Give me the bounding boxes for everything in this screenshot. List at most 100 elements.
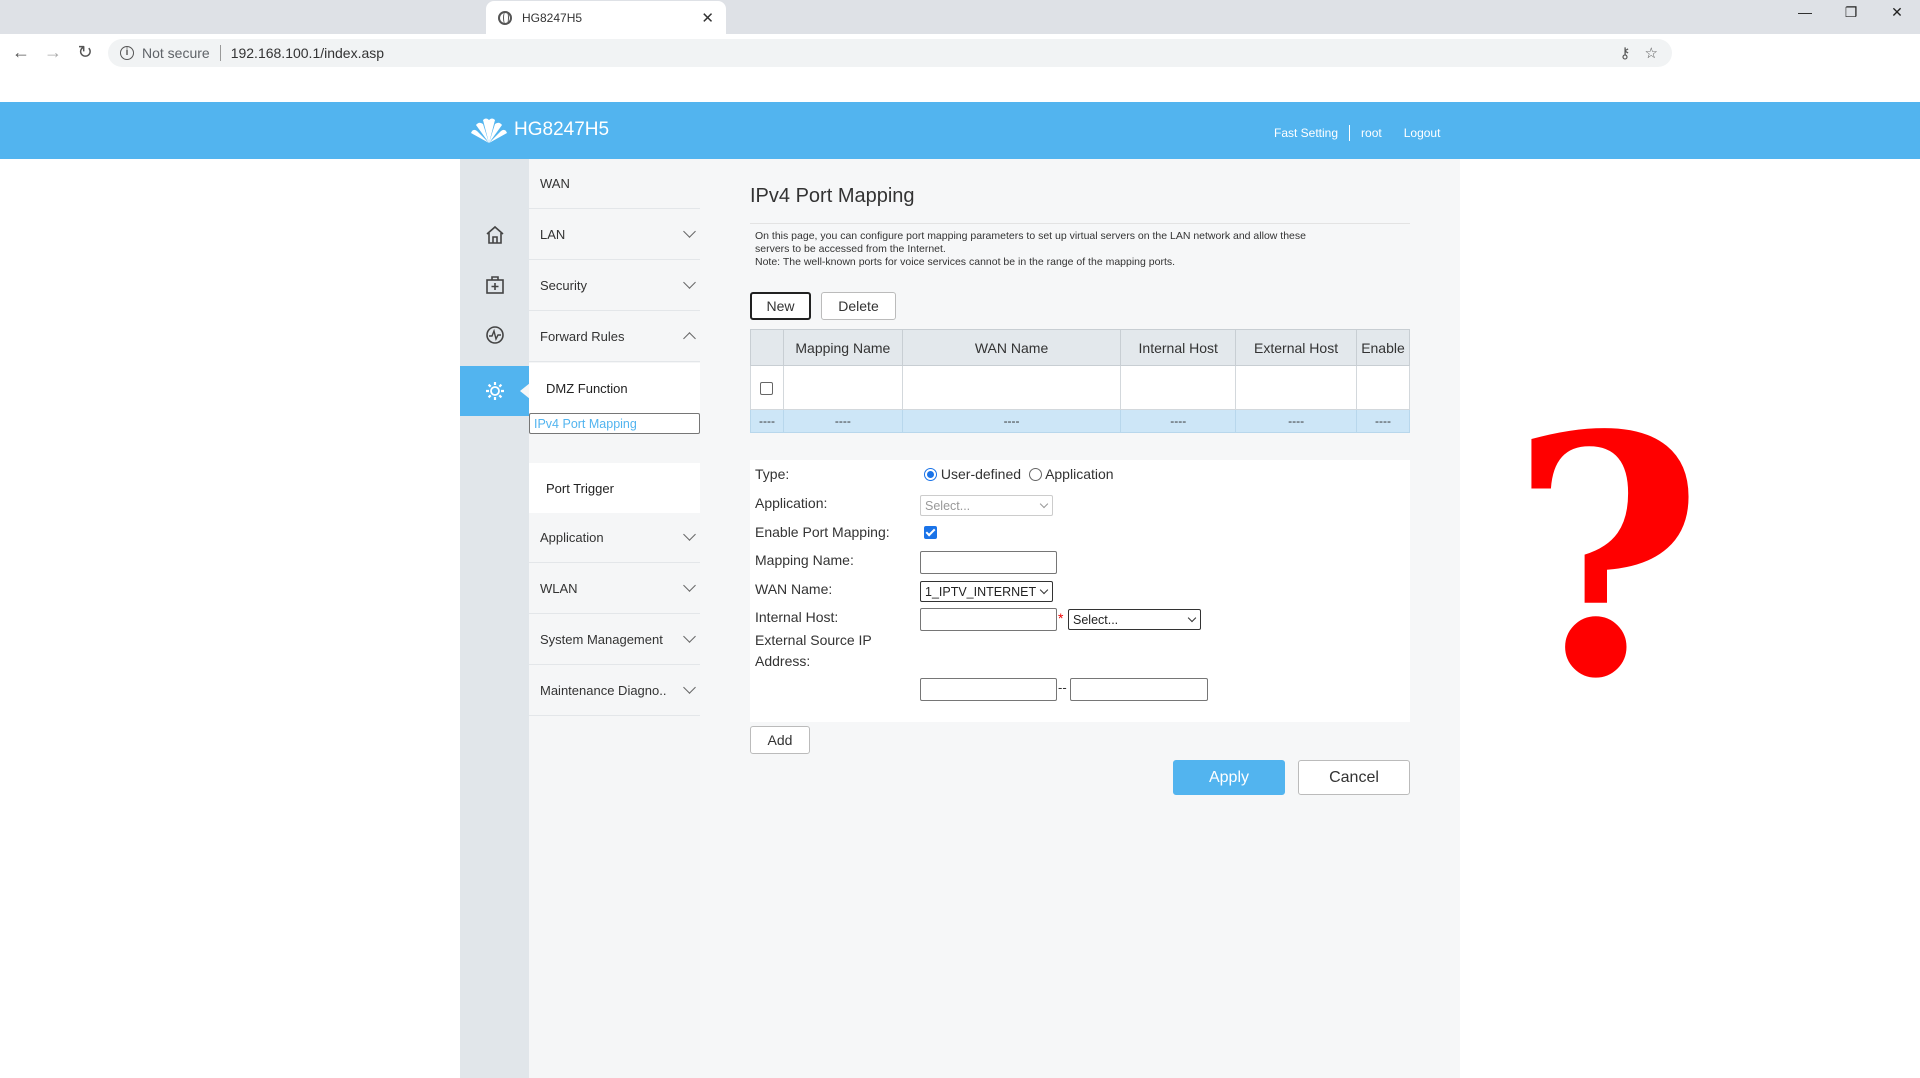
logo-text: HG8247H5 (514, 119, 610, 140)
select-value: Select... (925, 498, 971, 513)
external-ip-end-input[interactable] (1070, 678, 1208, 701)
divider (1349, 125, 1351, 141)
label-line: External Source IP (755, 632, 872, 648)
menu-label: Security (540, 278, 587, 293)
radio-label: User-defined (940, 466, 1022, 482)
submenu-port-trigger[interactable]: Port Trigger (529, 463, 700, 513)
submenu-dmz-function[interactable]: DMZ Function (529, 363, 700, 413)
menu-item-security[interactable]: Security (529, 261, 700, 311)
col-header: External Host (1235, 329, 1357, 366)
forward-icon[interactable]: → (41, 40, 65, 64)
table-cell: ---- (901, 409, 1122, 433)
submenu-ipv4-port-mapping[interactable]: IPv4 Port Mapping (529, 413, 700, 434)
user-link[interactable]: root (1361, 126, 1382, 140)
application-radio[interactable] (1028, 468, 1042, 481)
port-mapping-form: Type: User-defined Application Applicati… (750, 460, 1410, 722)
row-checkbox[interactable] (760, 382, 774, 396)
info-icon[interactable]: i (120, 46, 134, 60)
new-button[interactable]: New (750, 292, 811, 320)
menu-label: LAN (540, 227, 566, 242)
apply-button[interactable]: Apply (1173, 760, 1285, 795)
window-close-icon[interactable]: ✕ (1874, 4, 1920, 21)
close-tab-icon[interactable]: ✕ (701, 9, 714, 27)
col-header: WAN Name (901, 329, 1122, 366)
menu-label: Maintenance Diagno.. (540, 683, 667, 698)
chevron-up-icon (683, 332, 696, 345)
browser-tabstrip: HG8247H5 ✕ — ❐ ✕ (0, 0, 1920, 34)
menu-item-system-management[interactable]: System Management (529, 615, 700, 665)
add-button[interactable]: Add (750, 726, 810, 754)
wan-name-label: WAN Name: (755, 581, 833, 597)
select-value: 1_IPTV_INTERNET (925, 584, 1037, 599)
mapping-name-input[interactable] (920, 551, 1057, 574)
fast-setting-link[interactable]: Fast Setting (1274, 126, 1338, 140)
chevron-down-icon (683, 225, 696, 238)
table-cell: ---- (1235, 409, 1357, 433)
table-cell: ---- (1355, 409, 1411, 433)
browser-tab[interactable]: HG8247H5 ✕ (486, 1, 726, 34)
content-panel: IPv4 Port Mapping On this page, you can … (700, 159, 1460, 1078)
minimize-icon[interactable]: — (1782, 4, 1828, 20)
table-row: ---- ---- ---- ---- ---- ---- (750, 409, 1411, 433)
external-ip-start-input[interactable] (920, 678, 1057, 701)
reload-icon[interactable]: ↻ (73, 40, 97, 64)
desc-line: servers to be accessed from the Internet… (755, 243, 946, 255)
router-header: HG8247H5 Fast Setting root Logout (0, 102, 1920, 159)
wan-name-select[interactable]: 1_IPTV_INTERNET (920, 581, 1053, 602)
internal-host-input[interactable] (920, 608, 1057, 631)
browser-toolbar: ← → ↻ i Not secure 192.168.100.1/index.a… (0, 34, 1920, 70)
icon-column (460, 159, 530, 1078)
table-cell (1235, 365, 1357, 410)
menu-item-wan[interactable]: WAN (529, 159, 700, 209)
bookmark-star-icon[interactable]: ☆ (1645, 44, 1658, 62)
menu-label: Forward Rules (540, 329, 625, 344)
table-cell (901, 365, 1122, 410)
menu-item-wlan[interactable]: WLAN (529, 564, 700, 614)
chevron-down-icon (1039, 499, 1049, 509)
type-label: Type: (755, 466, 790, 482)
gear-icon[interactable] (460, 366, 530, 416)
range-separator: -- (1058, 680, 1067, 695)
desc-line: Note: The well-known ports for voice ser… (755, 256, 1176, 268)
label-line: Address: (755, 653, 811, 669)
application-select[interactable]: Select... (920, 495, 1053, 516)
brand-logo: HG8247H5 (470, 116, 609, 144)
enable-checkbox[interactable] (924, 526, 937, 544)
logout-link[interactable]: Logout (1404, 126, 1441, 140)
menu-item-application[interactable]: Application (529, 513, 700, 563)
home-icon[interactable] (460, 210, 529, 260)
enable-label: Enable Port Mapping: (755, 524, 890, 540)
radio-label: Application (1045, 466, 1114, 482)
url-text[interactable]: 192.168.100.1/index.asp (231, 45, 1620, 61)
checkmark-icon (924, 526, 937, 539)
internal-host-select[interactable]: Select... (1068, 609, 1201, 630)
address-bar[interactable]: i Not secure 192.168.100.1/index.asp ⚷ ☆ (108, 39, 1672, 67)
chevron-down-icon (683, 579, 696, 592)
cancel-button[interactable]: Cancel (1298, 760, 1410, 795)
col-header: Mapping Name (782, 329, 903, 366)
required-mark: * (1058, 610, 1064, 626)
chevron-down-icon (683, 681, 696, 694)
key-icon[interactable]: ⚷ (1620, 44, 1631, 62)
header-links: Fast Setting root Logout (1274, 125, 1440, 141)
tab-title: HG8247H5 (522, 10, 583, 25)
back-icon[interactable]: ← (9, 40, 33, 64)
type-radio-group: User-defined Application (924, 464, 1114, 485)
external-ip-label: External Source IP Address: (755, 630, 872, 672)
toolbox-icon[interactable] (460, 260, 529, 310)
delete-button[interactable]: Delete (821, 292, 896, 320)
menu-label: WLAN (540, 581, 578, 596)
user-defined-radio[interactable] (924, 468, 937, 481)
menu-label: WAN (540, 176, 570, 191)
page-title: IPv4 Port Mapping (750, 185, 915, 207)
menu-item-lan[interactable]: LAN (529, 210, 700, 260)
pulse-icon[interactable] (460, 310, 529, 360)
menu-label: System Management (540, 632, 663, 647)
menu-item-forward-rules[interactable]: Forward Rules (529, 312, 700, 362)
submenu-label: Port Trigger (546, 480, 614, 496)
select-value: Select... (1073, 612, 1119, 627)
table-header-row: Mapping Name WAN Name Internal Host Exte… (750, 329, 1411, 366)
menu-item-maintenance[interactable]: Maintenance Diagno.. (529, 666, 700, 716)
page-description: On this page, you can configure port map… (755, 230, 1395, 269)
restore-icon[interactable]: ❐ (1828, 4, 1874, 21)
